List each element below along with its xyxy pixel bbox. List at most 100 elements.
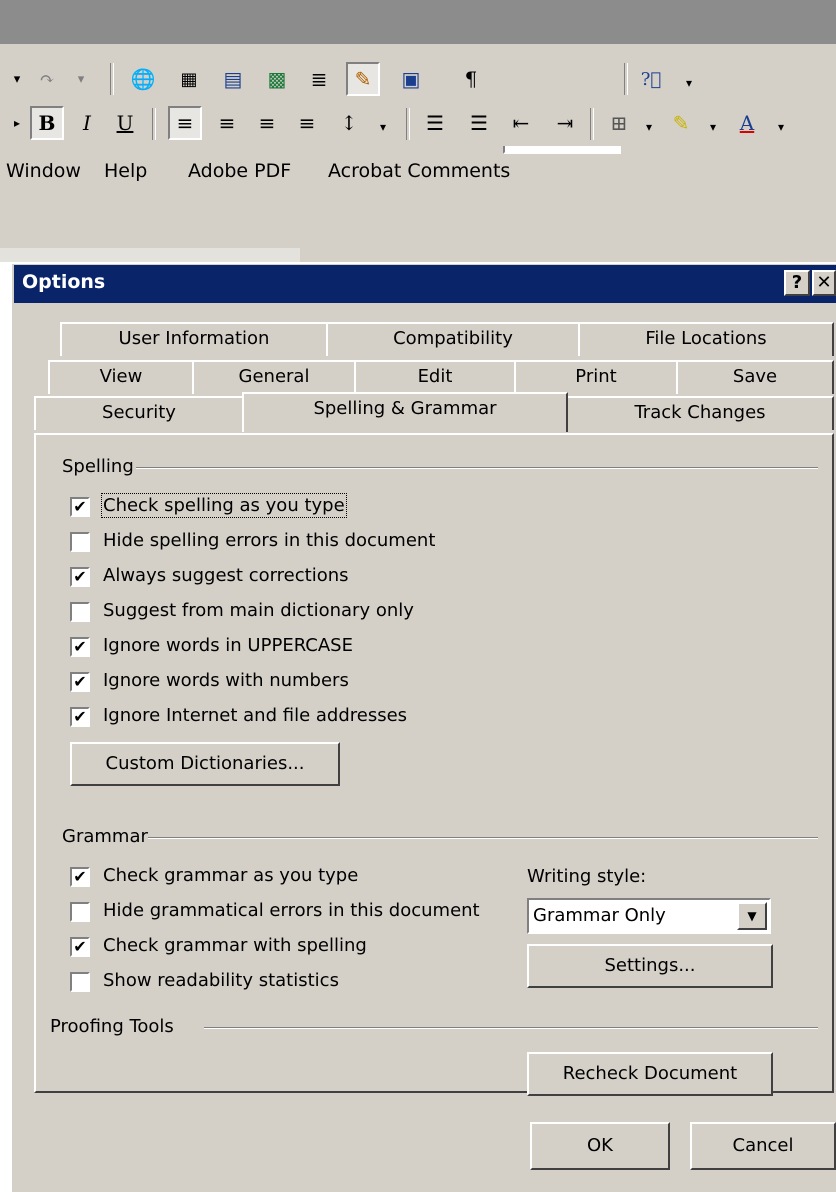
cancel-button[interactable]: Cancel — [690, 1122, 836, 1170]
label-check-spelling[interactable]: Check spelling as you type — [101, 493, 347, 518]
custom-dictionaries-button[interactable]: Custom Dictionaries... — [70, 742, 340, 786]
columns-icon[interactable]: ≣ — [302, 62, 336, 96]
font-size-dropdown-icon[interactable]: ▸ — [0, 106, 34, 140]
toolbar-separator — [406, 108, 410, 140]
pilcrow-icon[interactable]: ¶ — [454, 62, 488, 96]
writing-style-select[interactable]: Grammar Only — [527, 898, 771, 934]
checkbox-ignore-numbers[interactable]: ✔ — [70, 672, 90, 692]
window-title-strip — [0, 0, 836, 44]
label-grammar-with-spelling[interactable]: Check grammar with spelling — [103, 935, 367, 956]
checkbox-hide-spelling-errors[interactable] — [70, 532, 90, 552]
label-readability[interactable]: Show readability statistics — [103, 970, 339, 991]
document-map-icon[interactable]: ▣ — [394, 62, 428, 96]
label-hide-grammar-errors[interactable]: Hide grammatical errors in this document — [103, 900, 480, 921]
borders-icon[interactable]: ⊞ — [602, 106, 636, 140]
tab-compatibility[interactable]: Compatibility — [326, 322, 580, 356]
label-hide-spelling-errors[interactable]: Hide spelling errors in this document — [103, 530, 435, 551]
toolbar-separator — [152, 108, 156, 140]
tab-user-information[interactable]: User Information — [60, 322, 328, 356]
group-divider — [148, 837, 818, 839]
close-button[interactable]: ✕ — [812, 270, 836, 296]
tables-borders-icon[interactable]: ▦ — [172, 62, 206, 96]
menu-window[interactable]: Window — [6, 160, 81, 182]
insert-excel-icon[interactable]: ▩ — [260, 62, 294, 96]
highlight-dropdown-icon[interactable]: ▾ — [696, 110, 730, 144]
highlight-icon[interactable]: ✎ — [664, 106, 698, 140]
redo-dropdown-icon[interactable]: ▾ — [64, 62, 98, 96]
tab-track-changes[interactable]: Track Changes — [566, 396, 834, 430]
toolbar-separator — [590, 108, 594, 140]
bullets-icon[interactable]: ☰ — [462, 106, 496, 140]
help-icon[interactable]: ?⃞ — [634, 62, 668, 96]
label-ignore-internet[interactable]: Ignore Internet and file addresses — [103, 705, 407, 726]
increase-indent-icon[interactable]: ⇥ — [548, 106, 582, 140]
checkbox-ignore-uppercase[interactable]: ✔ — [70, 637, 90, 657]
tab-print[interactable]: Print — [514, 360, 678, 394]
checkbox-readability[interactable] — [70, 972, 90, 992]
proofing-tools-heading: Proofing Tools — [50, 1016, 174, 1037]
label-always-suggest[interactable]: Always suggest corrections — [103, 565, 349, 586]
label-main-dictionary[interactable]: Suggest from main dictionary only — [103, 600, 414, 621]
tab-general[interactable]: General — [192, 360, 356, 394]
writing-style-label: Writing style: — [527, 866, 647, 887]
group-divider — [136, 467, 818, 469]
underline-icon[interactable]: U — [108, 106, 142, 140]
checkbox-hide-grammar-errors[interactable] — [70, 902, 90, 922]
align-right-icon[interactable]: ≡ — [250, 106, 284, 140]
tab-save[interactable]: Save — [676, 360, 834, 394]
align-left-icon[interactable]: ≡ — [168, 106, 202, 140]
bold-icon[interactable]: B — [30, 106, 64, 140]
line-spacing-icon[interactable]: ↕ — [332, 106, 366, 140]
formatting-toolbar: ▸ B I U ≡ ≡ ≡ ≡ ↕ ▾ ☰ ☰ ⇤ ⇥ ⊞ ▾ ✎ ▾ A ▾ — [0, 100, 836, 146]
numbering-icon[interactable]: ☰ — [418, 106, 452, 140]
tab-security[interactable]: Security — [34, 396, 244, 430]
checkbox-check-spelling[interactable]: ✔ — [70, 497, 90, 517]
spelling-heading: Spelling — [62, 456, 134, 477]
checkbox-grammar-with-spelling[interactable]: ✔ — [70, 937, 90, 957]
label-ignore-numbers[interactable]: Ignore words with numbers — [103, 670, 349, 691]
menu-adobe-pdf[interactable]: Adobe PDF — [188, 160, 291, 182]
ok-button[interactable]: OK — [530, 1122, 670, 1170]
drawing-icon[interactable]: ✎ — [346, 62, 380, 96]
standard-toolbar: ▾ ↷ ▾ 🌐 ▦ ▤ ▩ ≣ ✎ ▣ ¶ 100% ▼ ?⃞ ▾ — [0, 60, 836, 154]
toolbar-separator — [624, 63, 628, 95]
checkbox-ignore-internet[interactable]: ✔ — [70, 707, 90, 727]
writing-style-value: Grammar Only — [533, 905, 666, 926]
dialog-title-bar — [14, 265, 836, 303]
toolbar-options-icon[interactable]: ▾ — [672, 66, 706, 100]
checkbox-always-suggest[interactable]: ✔ — [70, 567, 90, 587]
font-color-dropdown-icon[interactable]: ▾ — [764, 110, 798, 144]
document-area — [0, 248, 300, 262]
recheck-document-button[interactable]: Recheck Document — [527, 1052, 773, 1096]
label-check-grammar[interactable]: Check grammar as you type — [103, 865, 358, 886]
decrease-indent-icon[interactable]: ⇤ — [504, 106, 538, 140]
tab-view[interactable]: View — [48, 360, 194, 394]
label-ignore-uppercase[interactable]: Ignore words in UPPERCASE — [103, 635, 353, 656]
justify-icon[interactable]: ≡ — [290, 106, 324, 140]
borders-dropdown-icon[interactable]: ▾ — [632, 110, 666, 144]
tab-file-locations[interactable]: File Locations — [578, 322, 834, 356]
hyperlink-icon[interactable]: 🌐 — [126, 62, 160, 96]
font-color-icon[interactable]: A — [730, 106, 764, 140]
group-divider — [204, 1027, 818, 1029]
redo-icon[interactable]: ↷ — [30, 62, 64, 96]
tab-edit[interactable]: Edit — [354, 360, 516, 394]
dialog-title: Options — [22, 271, 106, 293]
help-button[interactable]: ? — [784, 270, 810, 296]
menu-bar: Window Help Adobe PDF Acrobat Comments — [0, 150, 836, 190]
document-page-edge — [0, 262, 10, 1192]
chevron-down-icon[interactable]: ▼ — [737, 902, 767, 930]
checkbox-check-grammar[interactable]: ✔ — [70, 867, 90, 887]
line-spacing-dropdown-icon[interactable]: ▾ — [366, 110, 400, 144]
tab-spelling-grammar[interactable]: Spelling & Grammar — [242, 392, 568, 432]
menu-acrobat-comments[interactable]: Acrobat Comments — [328, 160, 510, 182]
menu-help[interactable]: Help — [104, 160, 147, 182]
undo-dropdown-icon[interactable]: ▾ — [0, 62, 34, 96]
center-icon[interactable]: ≡ — [210, 106, 244, 140]
insert-table-icon[interactable]: ▤ — [216, 62, 250, 96]
checkbox-main-dictionary[interactable] — [70, 602, 90, 622]
settings-button[interactable]: Settings... — [527, 944, 773, 988]
toolbar-separator — [110, 63, 114, 95]
italic-icon[interactable]: I — [70, 106, 104, 140]
grammar-heading: Grammar — [62, 826, 148, 847]
